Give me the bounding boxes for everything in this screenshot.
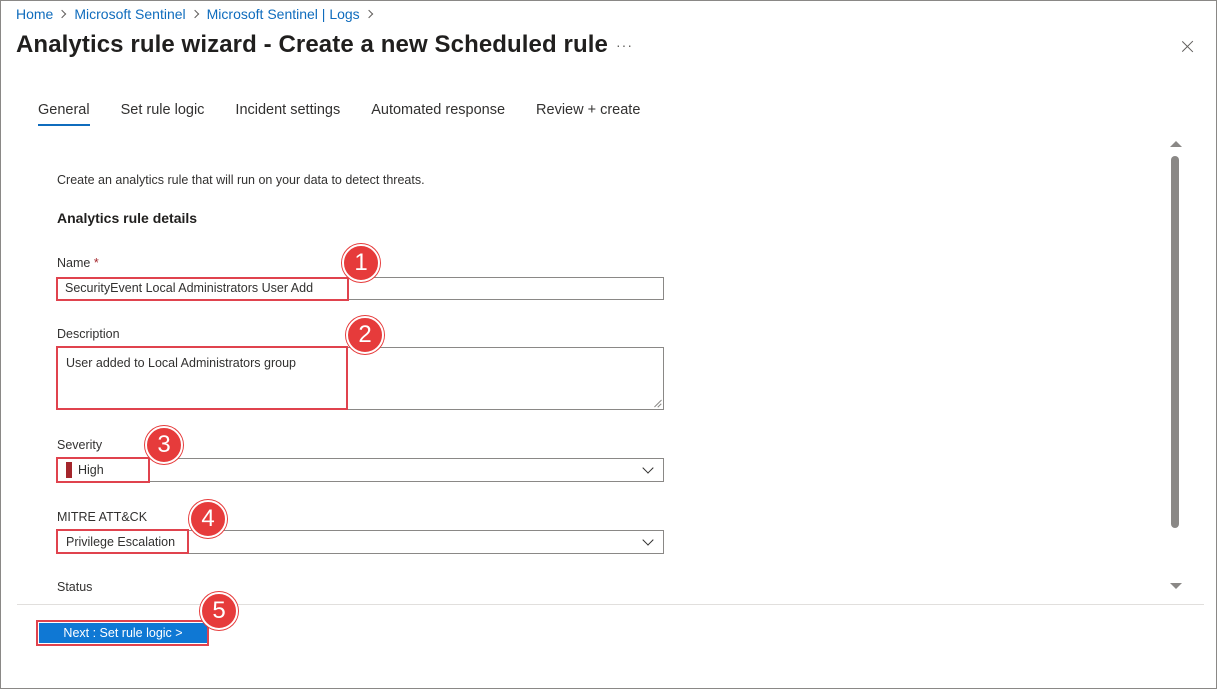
mitre-dropdown[interactable]: Privilege Escalation	[57, 530, 664, 554]
breadcrumb-sentinel-logs[interactable]: Microsoft Sentinel | Logs	[207, 6, 360, 22]
description-label: Description	[57, 327, 120, 341]
annotation-badge-3: 3	[145, 426, 183, 464]
scroll-thumb[interactable]	[1171, 156, 1179, 528]
severity-dropdown[interactable]: High	[57, 458, 664, 482]
resize-grip-icon[interactable]	[653, 399, 661, 407]
vertical-scrollbar[interactable]	[1167, 136, 1185, 596]
wizard-window: Home Microsoft Sentinel Microsoft Sentin…	[0, 0, 1217, 689]
severity-label: Severity	[57, 438, 103, 452]
tab-automated-response[interactable]: Automated response	[371, 102, 505, 126]
scroll-down-arrow-icon[interactable]	[1170, 583, 1182, 589]
tab-incident-settings[interactable]: Incident settings	[235, 102, 340, 126]
tab-general[interactable]: General	[38, 102, 90, 126]
mitre-label: MITRE ATT&CK	[57, 510, 148, 524]
severity-value: High	[78, 463, 104, 477]
chevron-right-icon	[190, 9, 199, 19]
intro-text: Create an analytics rule that will run o…	[57, 173, 425, 187]
annotation-badge-2: 2	[346, 316, 384, 354]
chevron-down-icon	[642, 534, 654, 546]
tab-review-create[interactable]: Review + create	[536, 102, 640, 126]
breadcrumb-home[interactable]: Home	[16, 6, 53, 22]
chevron-right-icon	[364, 9, 373, 19]
next-button[interactable]: Next : Set rule logic >	[39, 623, 207, 643]
more-options-button[interactable]: ···	[616, 37, 633, 53]
name-label: Name *	[57, 256, 99, 270]
wizard-tabs: General Set rule logic Incident settings…	[38, 102, 671, 126]
scroll-up-arrow-icon[interactable]	[1170, 141, 1182, 147]
breadcrumb-sentinel[interactable]: Microsoft Sentinel	[74, 6, 185, 22]
chevron-down-icon	[642, 462, 654, 474]
close-icon[interactable]	[1179, 38, 1197, 56]
chevron-right-icon	[58, 9, 67, 19]
annotation-badge-5: 5	[200, 592, 238, 630]
severity-color-indicator	[66, 462, 72, 478]
annotation-badge-1: 1	[342, 244, 380, 282]
footer-divider	[17, 604, 1204, 605]
status-label: Status	[57, 580, 93, 594]
name-input-value: SecurityEvent Local Administrators User …	[65, 281, 314, 295]
name-label-text: Name	[57, 256, 91, 270]
description-textarea[interactable]: User added to Local Administrators group	[57, 347, 664, 410]
breadcrumb: Home Microsoft Sentinel Microsoft Sentin…	[16, 6, 381, 22]
section-title: Analytics rule details	[57, 210, 198, 226]
annotation-badge-4: 4	[189, 500, 227, 538]
required-mark: *	[93, 256, 99, 270]
description-value: User added to Local Administrators group	[66, 356, 296, 370]
tab-set-rule-logic[interactable]: Set rule logic	[121, 102, 205, 126]
page-title: Analytics rule wizard - Create a new Sch…	[16, 31, 608, 58]
mitre-value: Privilege Escalation	[66, 535, 176, 549]
